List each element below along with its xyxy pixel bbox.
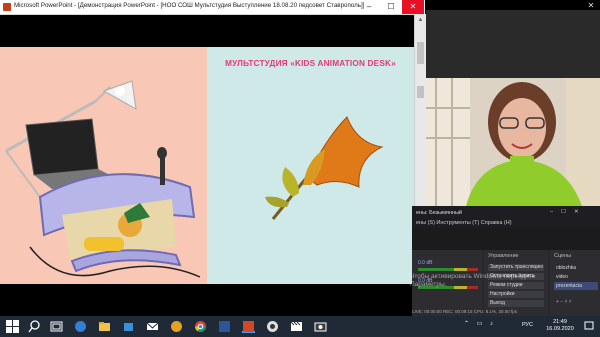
scroll-up-icon[interactable]: ▲	[416, 16, 425, 24]
animation-desk-image	[5, 80, 201, 278]
task-view-icon[interactable]	[50, 320, 63, 333]
obs-window-buttons[interactable]: –☐✕	[550, 209, 587, 215]
watermark-line-1: Чтобы активировать Windows, перейдите	[410, 273, 536, 280]
obs-preview	[412, 228, 600, 250]
file-explorer-icon[interactable]	[98, 320, 111, 333]
watermark-line-2: Параметры.	[410, 281, 447, 288]
notifications-icon[interactable]	[584, 321, 594, 331]
system-tray[interactable]: ⌃ ▭ ♪	[464, 320, 496, 327]
mail-icon[interactable]	[146, 320, 159, 333]
clock[interactable]: 21:49 16.09.2020	[540, 319, 580, 333]
scroll-thumb[interactable]	[417, 42, 424, 64]
taskbar: ⌃ ▭ ♪ РУС 21:49 16.09.2020	[0, 316, 600, 337]
maximize-button[interactable]: ☐	[380, 0, 402, 14]
chrome-icon[interactable]	[194, 320, 207, 333]
scenes-header: Сцены	[554, 253, 572, 259]
webcam-close-button[interactable]: ✕	[582, 0, 600, 12]
edge-icon[interactable]	[74, 320, 87, 333]
camera-app-icon[interactable]	[314, 320, 327, 333]
start-stream-button[interactable]: Запустить трансляцию	[488, 264, 544, 271]
obs-window: ены: Безымянный –☐✕ ены (S) Инструменты …	[412, 206, 600, 316]
window-title: Microsoft PowerPoint - [Демонстрация Pow…	[14, 2, 365, 9]
clock-time: 21:49	[553, 319, 567, 325]
scene-item-selected[interactable]: prezentacia	[554, 282, 598, 290]
scene-item[interactable]: oblozhka	[554, 264, 598, 272]
language-indicator[interactable]: РУС	[522, 322, 533, 328]
scene-tools[interactable]: + – ˄ ˅	[554, 298, 598, 306]
media-player-icon[interactable]	[170, 320, 183, 333]
slide-right-panel: МУЛЬТСТУДИЯ «KIDS ANIMATION DESK»	[207, 47, 414, 284]
presentation-slide: МУЛЬТСТУДИЯ «KIDS ANIMATION DESK»	[0, 47, 414, 284]
powerpoint-app-icon	[3, 3, 11, 11]
obs-status-bar: LIVE: 00:00:00 REC: 00:09:15 CPU: 8.1%, …	[412, 309, 518, 314]
scroll-thumb-secondary[interactable]	[417, 86, 424, 98]
obs-scenes: Сцены oblozhka video prezentacia + – ˄ ˅	[550, 250, 600, 316]
scene-item[interactable]: video	[554, 273, 598, 281]
store-icon[interactable]	[122, 320, 135, 333]
obs-menubar: ены: Безымянный –☐✕ ены (S) Инструменты …	[412, 206, 600, 228]
webcam-video	[426, 78, 600, 206]
minimize-button[interactable]: –	[358, 0, 380, 14]
activate-windows-watermark: Чтобы активировать Windows, перейдите Па…	[410, 273, 535, 289]
clock-date: 16.09.2020	[546, 326, 574, 332]
slide-left-panel	[0, 47, 207, 284]
video-editor-icon[interactable]	[290, 320, 303, 333]
close-button[interactable]: ✕	[402, 0, 424, 14]
obs-menu[interactable]: ены (S) Инструменты (T) Справка (H)	[416, 220, 512, 226]
autumn-leaf-image	[265, 116, 384, 220]
audio-meter	[418, 268, 478, 271]
search-icon[interactable]	[28, 320, 41, 333]
settings-button[interactable]: Настройки	[488, 291, 544, 298]
windows-start-icon[interactable]	[6, 320, 19, 333]
mixer-level-label: 0.0 dB	[418, 260, 433, 266]
obs-icon[interactable]	[266, 320, 279, 333]
powerpoint-titlebar: Microsoft PowerPoint - [Демонстрация Pow…	[0, 0, 425, 15]
powerpoint-icon[interactable]	[242, 320, 255, 333]
word-icon[interactable]	[218, 320, 231, 333]
obs-title: ены: Безымянный	[416, 210, 462, 216]
exit-button[interactable]: Выход	[488, 300, 544, 307]
controls-header: Управление	[488, 253, 519, 259]
